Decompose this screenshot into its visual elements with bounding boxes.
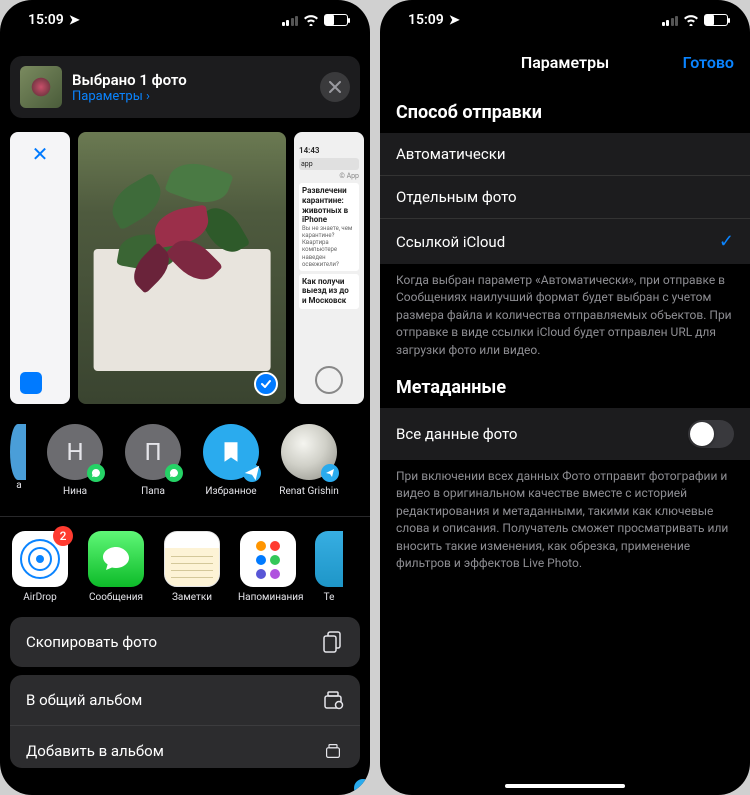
wifi-icon [303,14,319,26]
notes-icon [164,531,220,587]
send-method-list: Автоматически Отдельным фото Ссылкой iCl… [380,133,750,264]
section-header: Способ отправки [380,102,750,133]
app-airdrop[interactable]: 2 AirDrop [10,531,70,603]
location-icon: ➤ [449,13,460,28]
reminders-icon [240,531,296,587]
telegram-badge-icon [321,464,339,482]
done-button[interactable]: Готово [683,53,734,72]
battery-icon [324,14,348,26]
action-add-to-album[interactable]: Добавить в альбом [10,726,360,768]
photo-item[interactable]: 14:43 app © Арр Развлечени карантине: жи… [294,132,364,404]
whatsapp-badge-icon [87,464,105,482]
wifi-icon [683,14,699,26]
section-description: При включении всех данных Фото отправит … [380,460,750,572]
contacts-row[interactable]: а Н Нина П Папа Избранное Renat Grishin [0,418,370,516]
battery-icon [704,14,728,26]
close-button[interactable] [320,72,350,102]
telegram-icon [315,531,343,587]
photo-item[interactable]: ✕ [10,132,70,404]
whatsapp-badge-icon [165,464,183,482]
option-all-photo-data[interactable]: Все данные фото [380,408,750,460]
app-messages[interactable]: Сообщения [86,531,146,603]
photo-item-selected[interactable] [78,132,286,404]
navbar-title: Параметры [521,53,609,72]
toggle-switch[interactable] [688,420,734,448]
home-indicator[interactable] [505,784,625,788]
status-time: 15:09 [28,12,64,28]
copy-icon [322,631,344,653]
apps-row[interactable]: 2 AirDrop Сообщения Заметки Напоминания … [0,516,370,617]
add-album-icon [322,740,344,762]
share-sheet-phone: 15:09 ➤ Выбрано 1 фото Параметры › ✕ [0,0,370,795]
badge: 2 [53,526,73,546]
contact-item[interactable]: Избранное [200,424,262,498]
telegram-badge-icon [243,464,261,482]
app-icon [20,372,42,394]
avatar: П [125,424,181,480]
selection-thumbnail [20,66,62,108]
capture-icon [315,366,343,394]
contact-item[interactable]: П Папа [122,424,184,498]
avatar [281,424,337,480]
option-auto[interactable]: Автоматически [380,133,750,176]
status-time: 15:09 [408,12,444,28]
photo-carousel[interactable]: ✕ 14:43 app © Арр Развлечени карантине: [0,118,370,418]
metadata-list: Все данные фото [380,408,750,460]
app-telegram[interactable]: Те [314,531,344,603]
action-shared-album[interactable]: В общий альбом [10,675,360,726]
selected-checkmark-icon [254,372,278,396]
avatar [203,424,259,480]
contact-item[interactable]: а [10,424,28,498]
actions-list: Скопировать фото В общий альбом Добавить… [0,617,370,778]
app-reminders[interactable]: Напоминания [238,531,298,603]
checkmark-icon: ✓ [719,231,734,252]
options-phone: 15:09 ➤ Параметры Готово Способ отправки… [380,0,750,795]
close-icon [329,81,341,93]
cellular-icon [662,15,679,26]
navbar: Параметры Готово [380,40,750,84]
section-description: Когда выбран параметр «Автоматически», п… [380,264,750,359]
section-header: Метаданные [380,359,750,408]
contact-item[interactable]: Renat Grishin [278,424,340,498]
settings-body: Способ отправки Автоматически Отдельным … [380,84,750,572]
contact-item[interactable]: Н Нина [44,424,106,498]
option-icloud-link[interactable]: Ссылкой iCloud ✓ [380,219,750,264]
location-icon: ➤ [69,13,80,28]
shared-album-icon [322,689,344,711]
bookmark-icon [218,439,244,465]
messages-icon [88,531,144,587]
selection-title: Выбрано 1 фото [72,71,187,89]
status-bar: 15:09 ➤ [380,0,750,40]
options-link[interactable]: Параметры › [72,89,187,104]
selection-header: Выбрано 1 фото Параметры › [10,56,360,118]
cellular-icon [282,15,299,26]
option-individual[interactable]: Отдельным фото [380,176,750,219]
status-bar: 15:09 ➤ [0,0,370,40]
app-notes[interactable]: Заметки [162,531,222,603]
action-copy-photo[interactable]: Скопировать фото [10,617,360,667]
airdrop-icon: 2 [12,531,68,587]
close-icon: ✕ [10,132,70,166]
avatar: Н [47,424,103,480]
